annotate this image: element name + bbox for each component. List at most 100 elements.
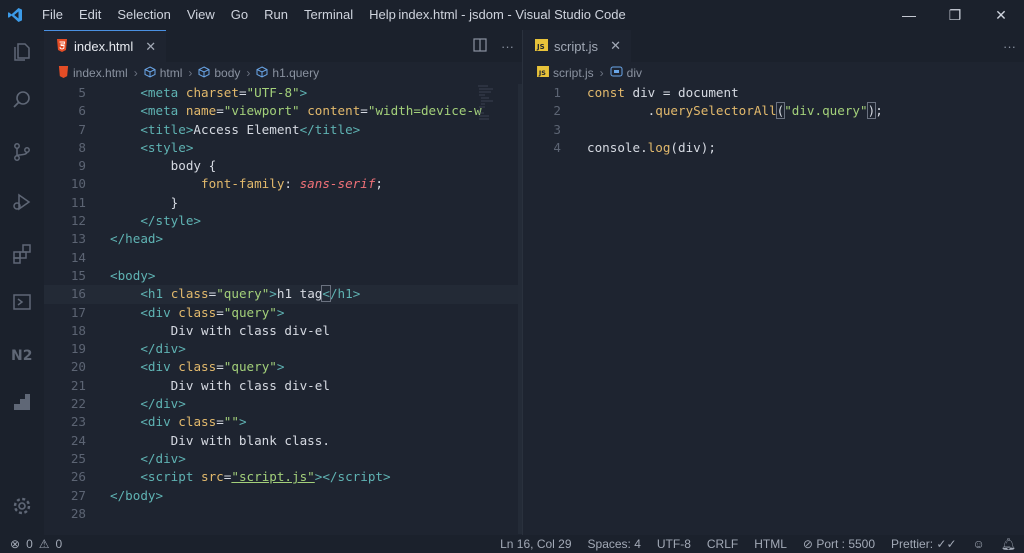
breadcrumb-right: JS script.js › div	[523, 62, 1024, 84]
code-line: 27</body>	[44, 487, 522, 505]
search-icon[interactable]	[8, 86, 36, 114]
more-actions-icon[interactable]: ···	[501, 39, 514, 54]
tab-label: script.js	[554, 39, 598, 54]
code-line: 10 font-family: sans-serif;	[44, 175, 522, 193]
chevron-right-icon: ›	[134, 66, 138, 80]
prettier-status[interactable]: Prettier: ✓✓	[891, 537, 956, 551]
html-file-icon	[56, 39, 68, 55]
tab-close-icon[interactable]: ✕	[145, 39, 156, 55]
breadcrumb-item[interactable]: body	[214, 66, 240, 80]
menu-run[interactable]: Run	[256, 0, 296, 30]
nx-console-icon[interactable]: N2	[8, 340, 36, 368]
indentation[interactable]: Spaces: 4	[588, 537, 641, 551]
encoding[interactable]: UTF-8	[657, 537, 691, 551]
code-line: 28	[44, 505, 522, 523]
more-actions-icon[interactable]: ···	[1003, 39, 1016, 54]
chevron-right-icon: ›	[246, 66, 250, 80]
editor-actions-left: ···	[473, 30, 514, 62]
settings-gear-icon[interactable]	[8, 492, 36, 520]
code-line: 3	[523, 121, 1024, 139]
code-line: 18 Div with class div-el	[44, 322, 522, 340]
menu-view[interactable]: View	[179, 0, 223, 30]
editor-group-right: JS script.js ✕ ··· JS script.js › div 1c…	[522, 30, 1024, 535]
code-line: 20 <div class="query">	[44, 358, 522, 376]
tab-close-icon[interactable]: ✕	[610, 38, 621, 54]
menu-terminal[interactable]: Terminal	[296, 0, 361, 30]
code-line: 17 <div class="query">	[44, 304, 522, 322]
window-controls: — ❐ ✕	[886, 0, 1024, 30]
activity-bar: N2	[0, 30, 44, 535]
status-bar: ⊗ 0 ⚠ 0 Ln 16, Col 29 Spaces: 4 UTF-8 CR…	[0, 535, 1024, 553]
code-line: 2 .querySelectorAll("div.query");	[523, 102, 1024, 120]
code-line: 14	[44, 249, 522, 267]
stairs-icon[interactable]	[8, 388, 36, 416]
code-line: 24 Div with blank class.	[44, 432, 522, 450]
js-file-icon: JS	[537, 66, 549, 80]
vscode-logo-icon	[0, 0, 30, 30]
variable-icon	[610, 66, 623, 80]
js-file-icon: JS	[535, 39, 548, 54]
breadcrumb-item[interactable]: index.html	[73, 66, 128, 80]
code-line: 23 <div class="">	[44, 413, 522, 431]
restore-icon[interactable]: ❐	[932, 0, 978, 30]
code-editor-html[interactable]: 5 <meta charset="UTF-8"> 6 <meta name="v…	[44, 84, 522, 535]
check-icon: ✓✓	[936, 537, 956, 551]
problems-indicator[interactable]: ⊗ 0 ⚠ 0	[0, 537, 62, 551]
language-mode[interactable]: HTML	[754, 537, 787, 551]
svg-text:JS: JS	[538, 69, 546, 77]
code-line-current: 16 <h1 class="query">h1 tag</h1>	[44, 285, 522, 303]
feedback-icon[interactable]: ☺	[973, 537, 985, 551]
code-line: 21 Div with class div-el	[44, 377, 522, 395]
menu-selection[interactable]: Selection	[109, 0, 178, 30]
tab-bar-right: JS script.js ✕ ···	[523, 30, 1024, 62]
breadcrumb-item[interactable]: h1.query	[272, 66, 319, 80]
broadcast-icon: ⊘	[803, 537, 813, 551]
menu-file[interactable]: File	[34, 0, 71, 30]
svg-text:JS: JS	[536, 43, 545, 51]
code-line: 1const div = document	[523, 84, 1024, 102]
tab-label: index.html	[74, 39, 133, 54]
editor-actions-right: ···	[1003, 30, 1016, 62]
code-line: 15<body>	[44, 267, 522, 285]
code-line: 9 body {	[44, 157, 522, 175]
code-line: 7 <title>Access Element</title>	[44, 121, 522, 139]
live-server-port[interactable]: ⊘ Port : 5500	[803, 537, 875, 551]
run-debug-icon[interactable]	[8, 188, 36, 216]
status-items: Ln 16, Col 29 Spaces: 4 UTF-8 CRLF HTML …	[500, 537, 1016, 551]
menu-help[interactable]: Help	[361, 0, 404, 30]
cursor-position[interactable]: Ln 16, Col 29	[500, 537, 571, 551]
notifications-bell-icon[interactable]: 🔔︎	[1001, 537, 1016, 551]
minimap-left[interactable]	[476, 84, 516, 144]
code-line: 12 </style>	[44, 212, 522, 230]
breadcrumb-item[interactable]: div	[627, 66, 642, 80]
chevron-right-icon: ›	[188, 66, 192, 80]
warning-icon: ⚠	[39, 537, 50, 551]
menu-edit[interactable]: Edit	[71, 0, 109, 30]
end-of-line[interactable]: CRLF	[707, 537, 738, 551]
remote-explorer-icon[interactable]	[8, 288, 36, 316]
chevron-right-icon: ›	[600, 66, 604, 80]
extensions-icon[interactable]	[8, 240, 36, 268]
element-cube-icon	[144, 66, 156, 81]
breadcrumb-left: index.html › html › body › h1.query	[44, 62, 522, 84]
close-icon[interactable]: ✕	[978, 0, 1024, 30]
code-line: 19 </div>	[44, 340, 522, 358]
code-line: 8 <style>	[44, 139, 522, 157]
menu-go[interactable]: Go	[223, 0, 256, 30]
code-line: 5 <meta charset="UTF-8">	[44, 84, 522, 102]
svg-text:N2: N2	[11, 348, 32, 364]
code-editor-js[interactable]: 1const div = document 2 .querySelectorAl…	[523, 84, 1024, 535]
code-line: 26 <script src="script.js"></script>	[44, 468, 522, 486]
code-line: 25 </div>	[44, 450, 522, 468]
source-control-icon[interactable]	[8, 138, 36, 166]
breadcrumb-item[interactable]: html	[160, 66, 183, 80]
tab-index-html[interactable]: index.html ✕	[44, 30, 166, 62]
code-line: 6 <meta name="viewport" content="width=d…	[44, 102, 522, 120]
split-editor-icon[interactable]	[473, 38, 487, 55]
breadcrumb-item[interactable]: script.js	[553, 66, 594, 80]
code-line: 13</head>	[44, 230, 522, 248]
element-cube-icon	[256, 66, 268, 81]
minimize-icon[interactable]: —	[886, 0, 932, 30]
explorer-icon[interactable]	[8, 38, 36, 66]
tab-script-js[interactable]: JS script.js ✕	[523, 30, 631, 62]
